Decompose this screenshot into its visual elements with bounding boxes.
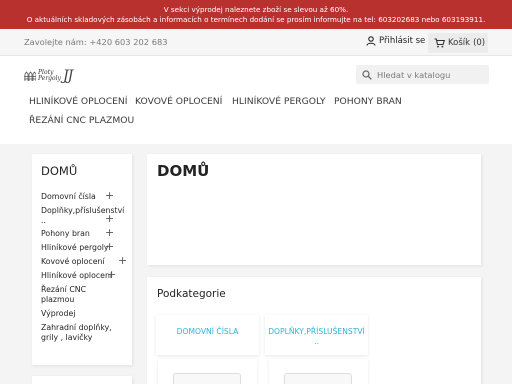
- logo-fence-icon: [24, 71, 36, 81]
- subcategories-title: Podkategorie: [157, 288, 226, 300]
- logo-text: Ploty Pergoly: [38, 69, 61, 83]
- cart-button[interactable]: Košík (0): [428, 33, 488, 53]
- promo-line-2: O aktuálních skladových zásobách a infor…: [26, 15, 486, 24]
- plus-icon[interactable]: +: [118, 255, 127, 266]
- subcategory-card[interactable]: [269, 359, 368, 384]
- sidebar-secondary-panel: [32, 376, 132, 384]
- sidebar-item-kovove-oploceni[interactable]: Kovové oplocení: [41, 257, 121, 267]
- promo-line-1: V sekci výprodej naleznete zboží se slev…: [163, 5, 349, 14]
- signin-label: Přihlásit se: [379, 36, 426, 46]
- plus-icon[interactable]: +: [105, 213, 114, 224]
- search-icon[interactable]: [362, 69, 372, 80]
- subcategory-thumbnail[interactable]: [284, 373, 352, 384]
- cart-icon: [434, 38, 445, 48]
- subcategory-card-domovni-cisla[interactable]: DOMOVNÍ ČÍSLA: [156, 315, 259, 355]
- plus-icon[interactable]: +: [105, 190, 114, 201]
- plus-icon[interactable]: +: [107, 269, 116, 280]
- subcategory-card-doplnky[interactable]: DOPLŇKY,PŘÍSLUŠENSTVÍ ..: [265, 315, 368, 355]
- signin-link[interactable]: Přihlásit se: [366, 36, 425, 46]
- contact-phone: Zavolejte nám: +420 603 202 683: [24, 37, 168, 47]
- plus-icon[interactable]: +: [105, 227, 114, 238]
- cart-count: (0): [473, 38, 486, 48]
- nav-item-pohony-bran[interactable]: POHONY BRAN: [334, 96, 402, 107]
- subcategories-panel: Podkategorie DOMOVNÍ ČÍSLA DOPLŇKY,PŘÍSL…: [147, 277, 481, 384]
- site-header: Ploty Pergoly JJ HLINÍKOVÉ OPLOCENÍ KOVO…: [0, 56, 512, 144]
- nav-item-kovove-oploceni[interactable]: KOVOVÉ OPLOCENÍ: [135, 96, 222, 107]
- nav-item-rezani-cnc-plazmou[interactable]: ŘEZÁNÍ CNC PLAZMOU: [29, 115, 134, 126]
- sidebar-item-zahradni-doplnky[interactable]: Zahradní doplňky, grily , lavičky: [41, 323, 123, 343]
- nav-item-hlinikove-pergoly[interactable]: HLINÍKOVÉ PERGOLY: [232, 96, 326, 107]
- sidebar-title[interactable]: DOMŮ: [41, 164, 77, 178]
- sidebar-item-rezani-cnc[interactable]: Řezání CNC plazmou: [41, 285, 96, 305]
- nav-item-hlinikove-oploceni[interactable]: HLINÍKOVÉ OPLOCENÍ: [29, 96, 128, 107]
- subcategory-link[interactable]: DOPLŇKY,PŘÍSLUŠENSTVÍ ..: [265, 327, 368, 347]
- subcategory-card[interactable]: [158, 359, 257, 384]
- logo-mark: JJ: [62, 68, 73, 84]
- category-sidebar: DOMŮ Domovní čísla + Doplňky,příslušenst…: [32, 154, 132, 365]
- sidebar-item-vyprodej[interactable]: Výprodej: [41, 309, 121, 319]
- category-header-panel: DOMŮ: [147, 154, 481, 265]
- site-logo[interactable]: Ploty Pergoly JJ: [24, 66, 98, 86]
- subcategory-thumbnail[interactable]: [173, 373, 241, 384]
- subcategory-link[interactable]: DOMOVNÍ ČÍSLA: [156, 327, 259, 337]
- user-icon: [366, 36, 376, 46]
- top-bar: Zavolejte nám: +420 603 202 683 Přihlási…: [0, 29, 512, 56]
- page-title: DOMŮ: [157, 162, 210, 180]
- sidebar-item-doplnky[interactable]: Doplňky,příslušenství ..: [41, 206, 131, 226]
- search-input[interactable]: [377, 69, 487, 80]
- cart-label: Košík: [448, 38, 471, 48]
- plus-icon[interactable]: +: [105, 241, 114, 252]
- promo-banner: V sekci výprodej naleznete zboží se slev…: [0, 0, 512, 29]
- logo-line-2: Pergoly: [38, 75, 61, 82]
- search-box[interactable]: [356, 65, 489, 84]
